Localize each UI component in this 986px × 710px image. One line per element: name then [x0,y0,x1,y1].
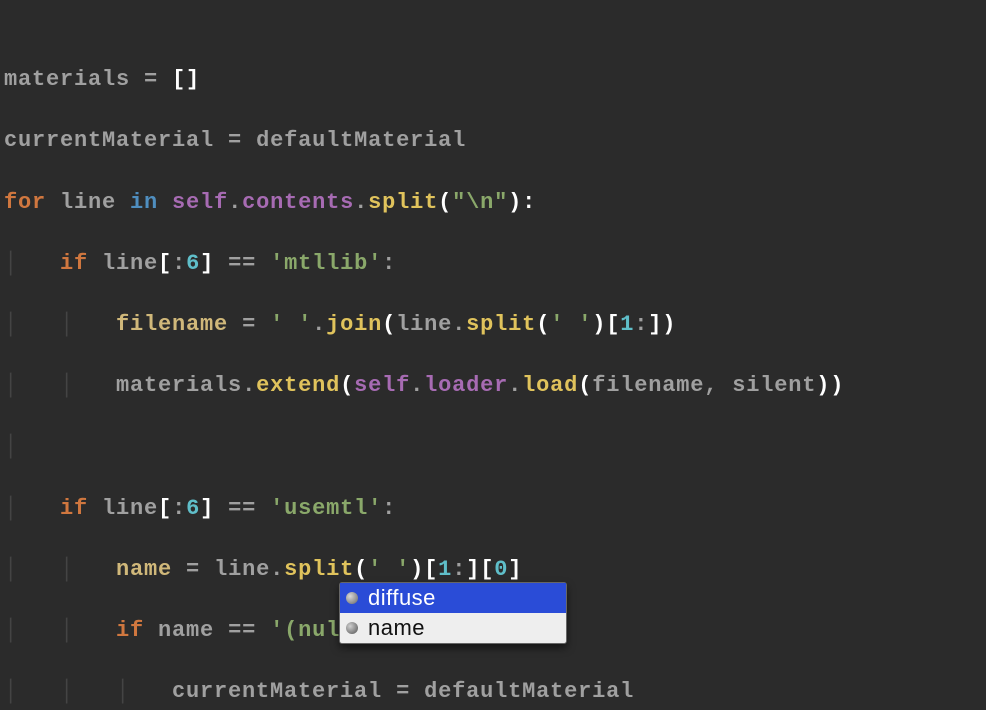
code-line: │ │ materials.extend(self.loader.load(fi… [4,371,986,402]
token-keyword: for [4,190,60,215]
field-icon [346,592,358,604]
code-line: materials = [] [4,65,986,96]
token-variable: materials [4,67,130,92]
code-line: │ [4,432,986,463]
autocomplete-popup[interactable]: diffuse name [339,582,567,644]
code-line: │ if line[:6] == 'usemtl': [4,494,986,525]
autocomplete-item[interactable]: name [340,613,566,643]
code-line: │ │ filename = ' '.join(line.split(' ')[… [4,310,986,341]
field-icon [346,622,358,634]
code-line: │ │ │ currentMaterial = defaultMaterial [4,677,986,708]
autocomplete-item[interactable]: diffuse [340,583,566,613]
code-line: currentMaterial = defaultMaterial [4,126,986,157]
autocomplete-label: name [368,615,425,641]
autocomplete-label: diffuse [368,585,436,611]
code-line: │ │ name = line.split(' ')[1:][0] [4,555,986,586]
code-line: │ if line[:6] == 'mtllib': [4,249,986,280]
code-line: for line in self.contents.split("\n"): [4,188,986,219]
